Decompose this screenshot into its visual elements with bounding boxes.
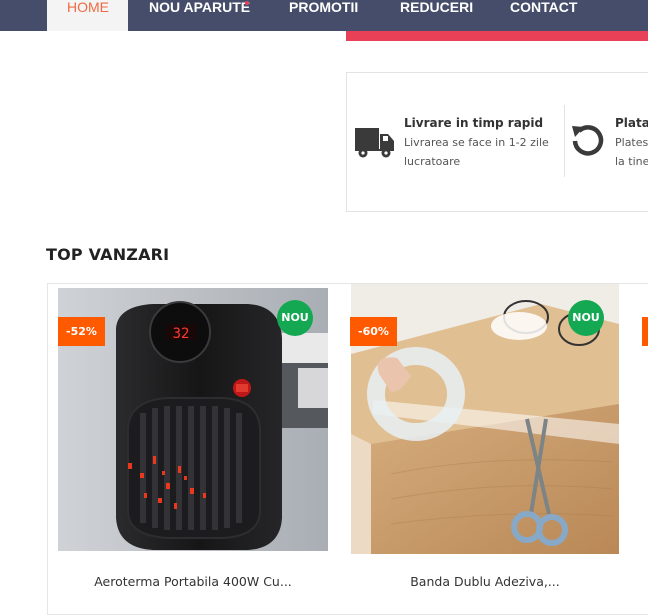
return-icon (569, 121, 607, 164)
feature-divider (564, 105, 565, 177)
nav-item-reduceri[interactable]: REDUCERI (400, 0, 480, 31)
nav-item-nou-aparute-label: NOU APARUTE (149, 0, 251, 15)
feature-desc-line2: lucratoare (404, 155, 461, 168)
main-navigation: HOME NOU APARUTE PROMOTII REDUCERI CONTA… (0, 0, 648, 31)
section-title: TOP VANZARI (46, 245, 170, 264)
nav-item-promotii[interactable]: PROMOTII (289, 0, 369, 31)
product-carousel: 32 -52% NOU Aeroterma Portabila 400W Cu.… (47, 283, 648, 615)
feature-desc-line1: Livrarea se face in 1-2 zile (404, 136, 549, 149)
product-title[interactable]: Banda Dublu Adeziva,... (351, 574, 619, 589)
new-badge: NOU (277, 300, 313, 336)
discount-badge-partial (642, 317, 648, 346)
new-badge: NOU (568, 300, 604, 336)
product-title[interactable]: Aeroterma Portabila 400W Cu... (58, 574, 328, 589)
nav-item-contact[interactable]: CONTACT (510, 0, 590, 31)
nav-item-promotii-label: PROMOTII (289, 0, 359, 15)
feature-title-plata: Plata (615, 116, 648, 130)
feature-desc-plata-line2: la tine (615, 155, 648, 168)
feature-desc-plata-line1: Plates (615, 136, 648, 149)
new-indicator-dot (245, 1, 249, 5)
features-box: Livrare in timp rapid Livrarea se face i… (346, 72, 648, 212)
nav-item-home-label: HOME (67, 0, 109, 15)
discount-badge: -60% (350, 317, 397, 346)
nav-item-contact-label: CONTACT (510, 0, 578, 15)
feature-title-livrare: Livrare in timp rapid (404, 116, 544, 130)
heater-display-digits: 32 (173, 326, 190, 342)
nav-item-nou-aparute[interactable]: NOU APARUTE (149, 0, 259, 31)
truck-icon (355, 126, 395, 163)
nav-item-home[interactable]: HOME (47, 0, 128, 31)
discount-badge: -52% (58, 317, 105, 346)
nav-item-reduceri-label: REDUCERI (400, 0, 474, 15)
accent-bar (346, 31, 648, 41)
